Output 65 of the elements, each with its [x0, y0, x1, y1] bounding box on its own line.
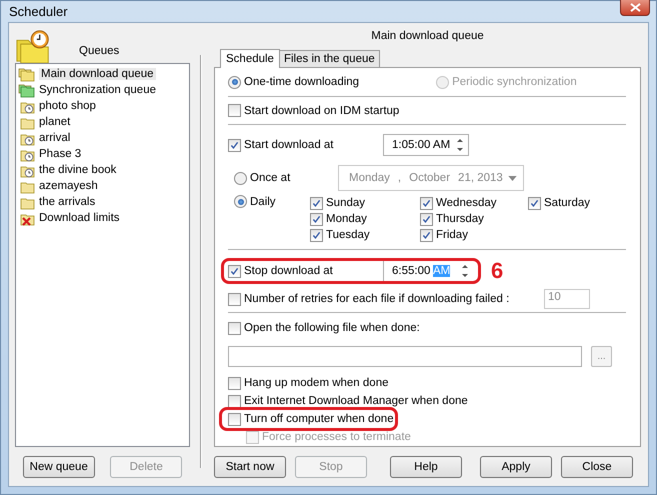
time-field[interactable]: 6:55:00 AM	[383, 260, 473, 282]
checkbox[interactable]	[528, 196, 541, 210]
checkbox[interactable]	[228, 412, 241, 426]
queue-button[interactable]: New queue	[22, 456, 95, 478]
checkbox[interactable]	[420, 212, 433, 226]
option-label: Hang up modem when done	[244, 377, 388, 389]
option-label: Start download on IDM startup	[244, 104, 400, 116]
day-label: Monday	[326, 213, 367, 225]
radio-button[interactable]	[234, 172, 247, 184]
folder-icon	[18, 66, 36, 82]
queue-item[interactable]: the divine book	[17, 162, 188, 178]
radio-button[interactable]	[234, 195, 247, 208]
dropdown-arrow-icon[interactable]	[508, 176, 517, 180]
option-label: One-time downloading	[244, 76, 360, 88]
day-label: Thursday	[436, 213, 484, 225]
option-label: Force processes to terminate	[262, 431, 411, 443]
queue-item[interactable]: azemayesh	[17, 178, 188, 194]
checkbox[interactable]	[228, 376, 241, 390]
checkbox[interactable]	[228, 322, 241, 334]
checkbox[interactable]	[228, 138, 241, 152]
queue-item[interactable]: the arrivals	[17, 194, 188, 210]
checkbox[interactable]	[420, 228, 433, 242]
dialog-button[interactable]: Start now	[214, 456, 286, 478]
day-label: Sunday	[326, 197, 366, 209]
radio-button[interactable]	[228, 76, 241, 88]
option-label: Number of retries for each file if downloading failed :	[244, 293, 510, 305]
day-label: Saturday	[544, 197, 590, 209]
checkbox[interactable]	[228, 264, 241, 278]
queue-item[interactable]: Download limits	[17, 210, 188, 226]
window-title: Scheduler	[8, 4, 68, 19]
queue-item[interactable]: Synchronization queue	[17, 82, 188, 98]
dialog-button[interactable]: Apply	[480, 456, 552, 478]
file-path-field[interactable]	[228, 346, 582, 366]
queue-item[interactable]: arrival	[17, 130, 188, 146]
checkbox[interactable]	[310, 228, 323, 242]
queue-item[interactable]: photo shop	[17, 98, 188, 114]
checkbox[interactable]	[310, 196, 323, 210]
day-label: Tuesday	[326, 229, 370, 241]
option-label: Periodic synchronization	[452, 76, 577, 88]
checkbox[interactable]	[420, 196, 433, 210]
tab[interactable]: Files in the queue	[278, 50, 380, 67]
dialog-button[interactable]: Help	[390, 456, 462, 478]
checkbox[interactable]	[228, 104, 241, 117]
day-label: Wednesday	[436, 197, 497, 209]
option-label: Start download at	[244, 139, 334, 151]
queue-item[interactable]: planet	[17, 114, 188, 130]
folder-icon	[18, 82, 36, 98]
checkbox[interactable]	[310, 212, 323, 226]
time-field[interactable]: 1:05:00 AM	[383, 134, 469, 156]
checkbox[interactable]	[228, 394, 241, 408]
queue-title: Main download queue	[370, 29, 485, 44]
dialog-button[interactable]: Close	[561, 456, 633, 478]
queues-heading: Queues	[79, 45, 120, 57]
option-label: Open the following file when done:	[244, 322, 420, 334]
option-label: Exit Internet Download Manager when done	[244, 395, 468, 407]
option-label: Once at	[250, 172, 290, 184]
option-label: Daily	[250, 196, 276, 208]
annotation-number: 6	[491, 258, 504, 284]
queue-item[interactable]: Phase 3	[17, 146, 188, 162]
day-label: Friday	[436, 229, 468, 241]
tab[interactable]: Schedule	[220, 49, 280, 68]
checkbox[interactable]	[228, 292, 241, 306]
option-label: Turn off computer when done	[244, 413, 394, 425]
close-icon[interactable]	[620, 0, 650, 16]
option-label: Stop download at	[244, 265, 333, 277]
